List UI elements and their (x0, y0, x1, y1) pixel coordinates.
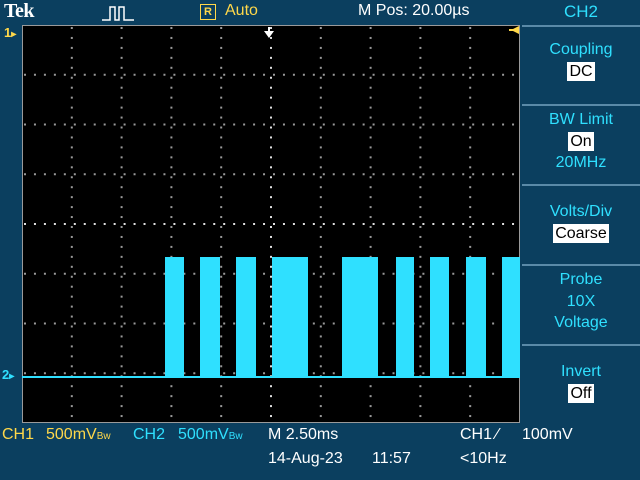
ch2-bw-indicator: Bw (228, 431, 243, 442)
menu-title: CH2 (563, 2, 598, 21)
menu-divider (522, 25, 640, 27)
menu-divider (522, 264, 640, 266)
brand-logo: Tek (4, 0, 35, 22)
invert-option[interactable]: Invert Off (522, 362, 640, 403)
ch2-burst (236, 257, 256, 378)
ch2-burst (200, 257, 220, 378)
ch2-burst (430, 257, 449, 378)
probe-type: Voltage (554, 314, 608, 331)
bw-limit-frequency: 20MHz (555, 154, 607, 171)
trigger-pulse-icon (102, 6, 134, 21)
volts-div-label: Volts/Div (549, 203, 613, 220)
timebase: M 2.50ms (268, 426, 339, 443)
ch2-burst (466, 257, 486, 378)
volts-div-value: Coarse (553, 224, 609, 243)
trigger-level-icon[interactable] (508, 25, 520, 37)
trigger-slope-icon: ∕ (496, 426, 499, 443)
date: 14-Aug-23 (268, 450, 343, 467)
top-status-bar: Tek R Auto M Pos: 20.00µs (0, 0, 520, 24)
bw-limit-option[interactable]: BW Limit On 20MHz (522, 110, 640, 172)
ch1-label: CH1 (2, 426, 35, 443)
ch2-scale: 500mVBw (178, 426, 243, 443)
menu-divider (522, 104, 640, 106)
coupling-label: Coupling (549, 41, 613, 58)
channel-menu: CH2 Coupling DC BW Limit On 20MHz Volts/… (522, 0, 640, 480)
invert-label: Invert (560, 363, 601, 380)
ch2-burst (396, 257, 414, 378)
ch1-ground-marker[interactable]: 1▸ (4, 25, 16, 40)
bottom-status-bar: CH1 500mVBw CH2 500mVBw M 2.50ms 14-Aug-… (0, 424, 573, 480)
coupling-value: DC (567, 62, 595, 81)
time: 11:57 (372, 450, 411, 467)
invert-value: Off (568, 384, 594, 403)
graticule (22, 25, 520, 423)
ch1-scale: 500mVBw (46, 426, 111, 443)
bw-limit-label: BW Limit (549, 111, 613, 128)
ch2-ground-marker[interactable]: 2▸ (2, 367, 14, 382)
menu-divider (522, 344, 640, 346)
trigger-frequency: <10Hz (460, 450, 507, 467)
horizontal-position: M Pos: 20.00µs (358, 2, 470, 19)
probe-option[interactable]: Probe 10X Voltage (522, 270, 640, 332)
trigger-position-icon[interactable] (263, 27, 275, 41)
ch2-burst (272, 257, 308, 378)
coupling-option[interactable]: Coupling DC (522, 40, 640, 81)
bw-limit-value: On (568, 132, 594, 151)
probe-label: Probe (559, 271, 603, 288)
acquisition-mode: Auto (225, 2, 258, 19)
acquisition-badge: R (200, 4, 216, 20)
menu-divider (522, 184, 640, 186)
trigger-level: 100mV (522, 426, 573, 443)
ch2-burst (165, 257, 184, 378)
trigger-source: CH1 (460, 426, 493, 443)
probe-attenuation: 10X (566, 293, 596, 310)
waveform-display[interactable] (22, 25, 520, 423)
volts-div-option[interactable]: Volts/Div Coarse (522, 202, 640, 243)
ch2-burst (342, 257, 378, 378)
ch2-burst (502, 257, 520, 378)
ch1-bw-indicator: Bw (96, 431, 111, 442)
ch2-label: CH2 (133, 426, 166, 443)
